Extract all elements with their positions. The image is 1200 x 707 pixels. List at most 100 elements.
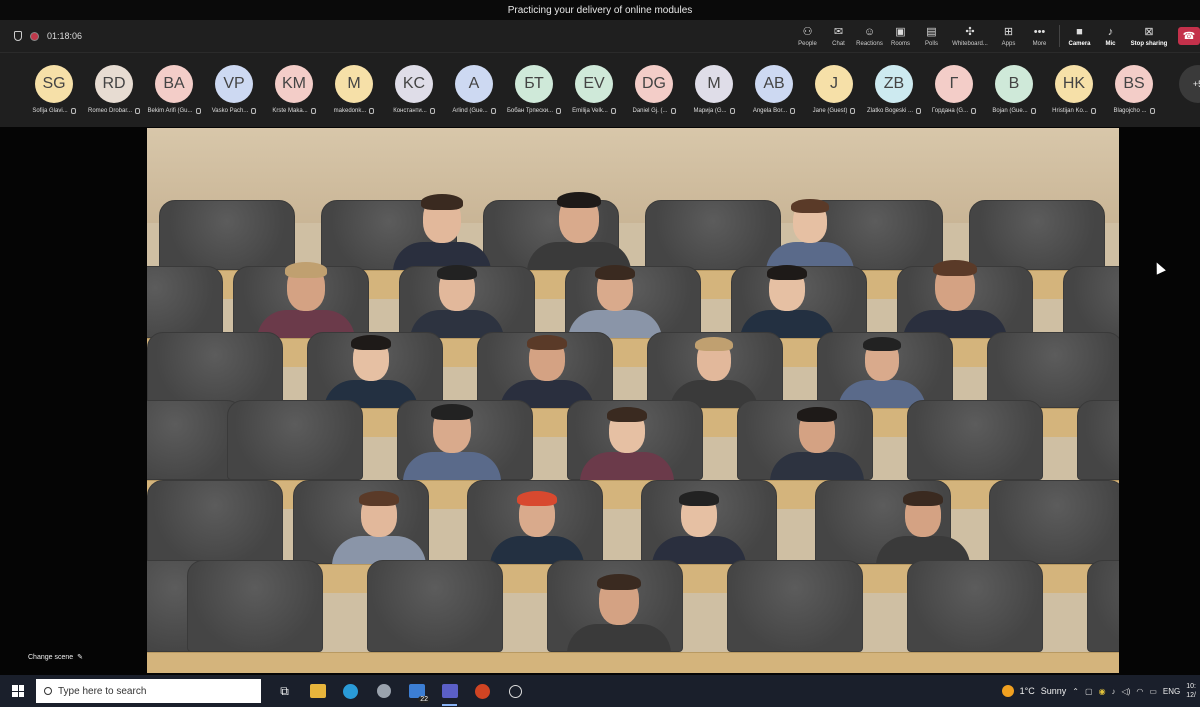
participant-tile[interactable]: BS Blagojcho ...: [1104, 65, 1164, 114]
chat-label: Chat: [832, 40, 845, 47]
participant-tile[interactable]: Mmakedonk...: [324, 65, 384, 114]
participant-tile[interactable]: BA Bekim Arifi (Gu...: [144, 65, 204, 114]
meeting-title: Practicing your delivery of online modul…: [507, 4, 693, 16]
input-language[interactable]: ENG: [1163, 687, 1180, 696]
tray-app-icon[interactable]: ▢: [1085, 687, 1093, 696]
participant-tile[interactable]: RD Romeo Drobar...: [84, 65, 144, 114]
avatar: BA: [155, 65, 193, 103]
avatar: AB: [755, 65, 793, 103]
more-participants-button[interactable]: +5: [1168, 65, 1200, 103]
start-button[interactable]: [0, 675, 36, 707]
mic-muted-icon: [135, 108, 141, 114]
speaker-icon[interactable]: ◁): [1122, 687, 1131, 696]
auditorium-seat: [1087, 560, 1119, 652]
auditorium-seat: [1063, 266, 1119, 338]
change-scene-label: Change scene: [28, 653, 74, 661]
reactions-button[interactable]: ☺ Reactions: [854, 20, 885, 52]
meeting-timer: 01:18:06: [47, 31, 83, 41]
avatar: VP: [215, 65, 253, 103]
participant-hair: [437, 264, 477, 280]
participant-tile[interactable]: AB Angela Bor...: [744, 65, 804, 114]
file-explorer-button[interactable]: [302, 675, 333, 707]
chat-button[interactable]: ✉ Chat: [823, 20, 854, 52]
stop-sharing-icon: ⊠: [1144, 25, 1154, 38]
participant-hair: [597, 573, 641, 591]
participant-tile[interactable]: KC Константи...: [384, 65, 444, 114]
apps-button[interactable]: ⊞ Apps: [993, 20, 1024, 52]
participant-tile[interactable]: HK Hristijan Ko...: [1044, 65, 1104, 114]
mic-tray-icon[interactable]: ♪: [1112, 687, 1116, 696]
teams-button[interactable]: [434, 675, 465, 707]
participant-name-row: Emilija Velk...: [572, 108, 616, 114]
participant-tile[interactable]: B Bojan (Gue...: [984, 65, 1044, 114]
chevron-up-icon[interactable]: ⌃: [1072, 687, 1079, 696]
task-view-icon: ⧉: [280, 683, 289, 698]
auditorium-seat: [989, 480, 1119, 564]
whiteboard-button[interactable]: ✣ Whiteboard...: [947, 20, 993, 52]
avatar: EV: [575, 65, 613, 103]
taskbar-clock[interactable]: 10: 12/: [1186, 682, 1196, 700]
polls-icon: ▤: [926, 25, 937, 38]
edge-button[interactable]: [335, 675, 366, 707]
weather-text[interactable]: Sunny: [1041, 686, 1067, 696]
participant-name-row: Bojan (Gue...: [992, 108, 1036, 114]
battery-icon[interactable]: ▭: [1149, 687, 1157, 696]
weather-temperature[interactable]: 1°C: [1020, 686, 1035, 696]
participant-hair: [679, 490, 719, 506]
participant-tile[interactable]: DG Daniel Gj. (...: [624, 65, 684, 114]
app-button-8[interactable]: [500, 675, 531, 707]
participant-name: Константи...: [393, 108, 427, 114]
recording-icon: [30, 31, 39, 41]
leave-call-icon[interactable]: ☎: [1178, 27, 1200, 45]
polls-button[interactable]: ▤ Polls: [916, 20, 947, 52]
participant-tile[interactable]: EV Emilija Velk...: [564, 65, 624, 114]
participant-tile[interactable]: M Марија (G...: [684, 65, 744, 114]
participant-body: [580, 452, 674, 482]
mic-muted-icon: [556, 108, 562, 114]
participant-name: Hristijan Ko...: [1052, 108, 1088, 114]
shield-icon: [14, 31, 22, 41]
store-button[interactable]: 22: [401, 675, 432, 707]
participant-tile[interactable]: БТ Бобан Трпески...: [504, 65, 564, 114]
powerpoint-button[interactable]: [467, 675, 498, 707]
mic-muted-icon: [1149, 108, 1155, 114]
change-scene-button[interactable]: Change scene ✎: [28, 653, 83, 662]
share-button[interactable]: ⊠ Stop sharing: [1126, 20, 1172, 52]
system-tray: 1°C Sunny ⌃ ▢ ◉ ♪ ◁) ◠ ▭ ENG 10: 12/: [1001, 675, 1200, 707]
meeting-status: 01:18:06: [0, 31, 82, 41]
participant-name-row: Марија (G...: [693, 108, 735, 114]
camera-button[interactable]: ■ Camera: [1064, 20, 1095, 52]
participant-tile[interactable]: A Arlind (Gue...: [444, 65, 504, 114]
participant-name-row: Angela Bor...: [753, 108, 796, 114]
participant-tile[interactable]: KM Krste Maka...: [264, 65, 324, 114]
taskbar-search-box[interactable]: Type here to search: [36, 679, 261, 703]
avatar: KM: [275, 65, 313, 103]
auditorium-seat: [187, 560, 323, 652]
participant-tile[interactable]: Г Гордана (G...: [924, 65, 984, 114]
auditorium-seat: [147, 266, 223, 338]
auditorium-seat: [227, 400, 363, 480]
avatar: B: [995, 65, 1033, 103]
participant-name: Emilija Velk...: [572, 108, 608, 114]
mic-muted-icon: [850, 108, 856, 114]
app-button-3[interactable]: [368, 675, 399, 707]
wifi-icon[interactable]: ◠: [1136, 687, 1143, 696]
mic-muted-icon: [195, 108, 201, 114]
rooms-button[interactable]: ▣ Rooms: [885, 20, 916, 52]
people-button[interactable]: ⚇ People: [792, 20, 823, 52]
participant-name: Vasko Pach...: [211, 108, 249, 114]
participant-tile[interactable]: ZB Zlatko Bogeski ...: [864, 65, 924, 114]
participant-name: Daniel Gj. (...: [632, 108, 668, 114]
participant-body: [402, 452, 502, 482]
more-button[interactable]: ••• More: [1024, 20, 1055, 52]
together-mode-scene: [147, 128, 1119, 673]
rooms-label: Rooms: [890, 40, 910, 47]
task-view-button[interactable]: ⧉: [269, 675, 300, 707]
participant-tile[interactable]: J Jane (Guest): [804, 65, 864, 114]
participant-tile[interactable]: VP Vasko Pach...: [204, 65, 264, 114]
network-shield-icon[interactable]: ◉: [1099, 687, 1106, 696]
participant-tile[interactable]: SG Sofija Glavi...: [24, 65, 84, 114]
search-placeholder: Type here to search: [58, 685, 147, 697]
mic-button[interactable]: ♪ Mic: [1095, 20, 1126, 52]
participant-hair: [903, 490, 943, 506]
